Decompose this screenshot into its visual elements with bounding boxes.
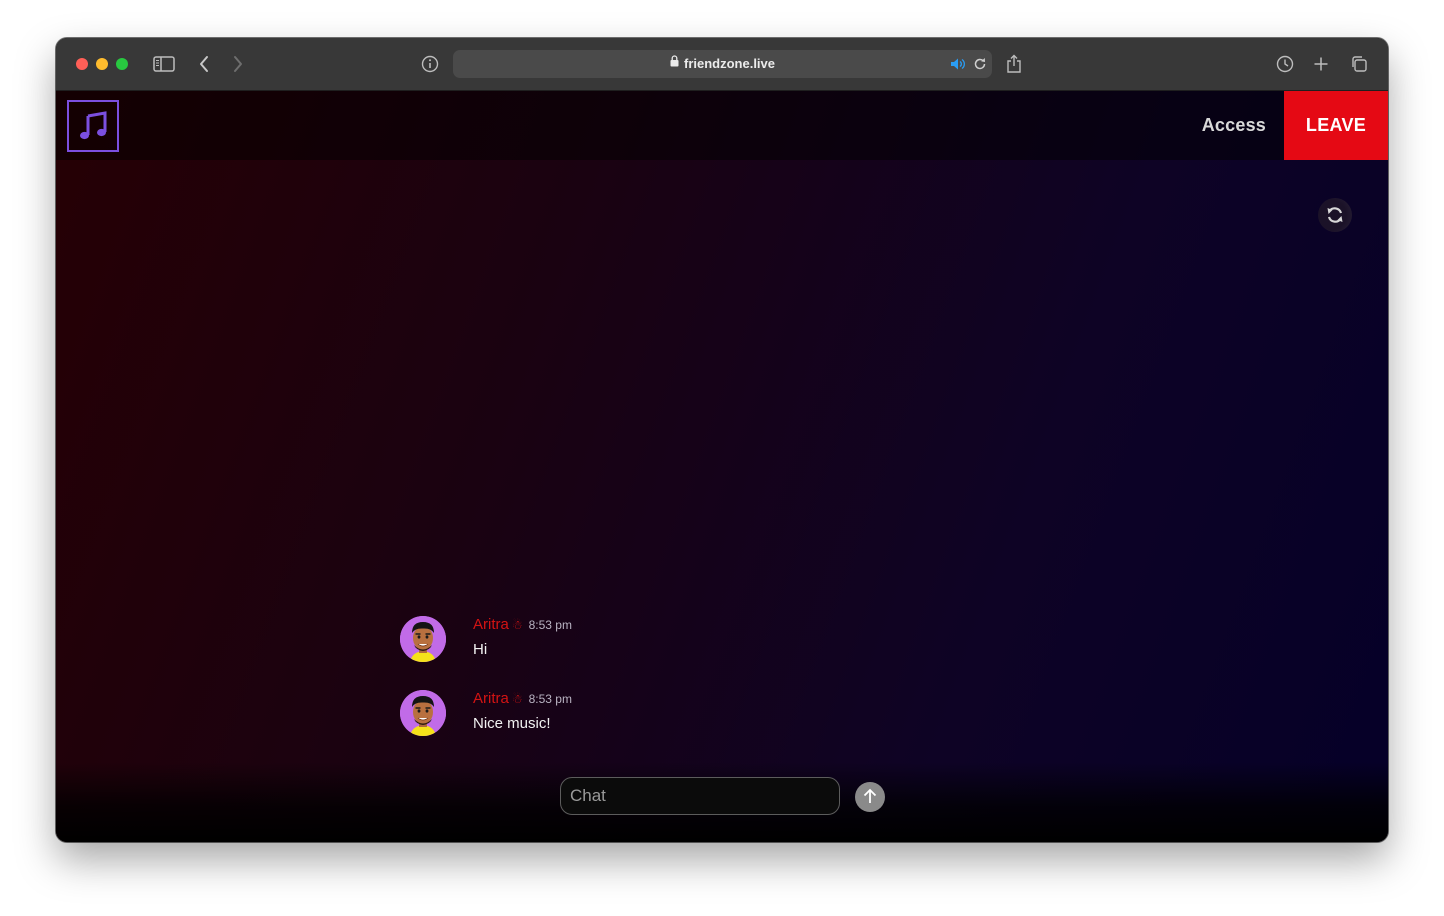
send-button[interactable]: [855, 782, 885, 812]
message-timestamp: 8:53 pm: [528, 692, 572, 706]
message-author-emoji: ☃: [511, 618, 523, 632]
new-tab-icon[interactable]: [1309, 52, 1333, 76]
minimize-window-button[interactable]: [96, 58, 108, 70]
reload-icon[interactable]: [968, 52, 992, 76]
chat-bar: [56, 762, 1388, 842]
message-author-emoji: ☃: [511, 692, 523, 706]
avatar[interactable]: [400, 690, 446, 736]
message-text: Hi: [473, 641, 488, 658]
arrow-up-icon: [862, 787, 878, 808]
sidebar-icon[interactable]: [152, 52, 176, 76]
browser-toolbar: friendzone.live: [56, 38, 1388, 91]
address-bar[interactable]: friendzone.live: [453, 50, 992, 78]
audio-icon[interactable]: [946, 52, 970, 76]
history-icon[interactable]: [1273, 52, 1297, 76]
info-icon[interactable]: [418, 52, 442, 76]
message-author[interactable]: Aritra: [473, 690, 509, 707]
chat-input[interactable]: [560, 777, 840, 815]
url-text: friendzone.live: [683, 56, 776, 71]
message-author[interactable]: Aritra: [473, 616, 509, 633]
share-icon[interactable]: [1002, 52, 1026, 76]
message-timestamp: 8:53 pm: [528, 618, 572, 632]
page-content: Access LEAVE Aritra ☃ 8:53 pm Hi Aritra …: [56, 91, 1388, 842]
chat-message: Aritra ☃ 8:53 pm Hi: [400, 616, 800, 668]
browser-window: friendzone.live Access LEAVE Aritra ☃ 8:…: [56, 38, 1388, 842]
message-text: Nice music!: [473, 715, 551, 732]
back-icon[interactable]: [192, 52, 216, 76]
chat-message: Aritra ☃ 8:53 pm Nice music!: [400, 690, 800, 742]
sync-icon[interactable]: [1318, 198, 1352, 232]
tab-overview-icon[interactable]: [1347, 52, 1371, 76]
music-note-icon[interactable]: [67, 100, 119, 152]
zoom-window-button[interactable]: [116, 58, 128, 70]
leave-button[interactable]: LEAVE: [1284, 91, 1388, 160]
lock-icon: [670, 49, 679, 77]
close-window-button[interactable]: [76, 58, 88, 70]
site-header: Access LEAVE: [56, 91, 1388, 160]
avatar[interactable]: [400, 616, 446, 662]
forward-icon[interactable]: [226, 52, 250, 76]
access-link[interactable]: Access: [1202, 115, 1266, 136]
